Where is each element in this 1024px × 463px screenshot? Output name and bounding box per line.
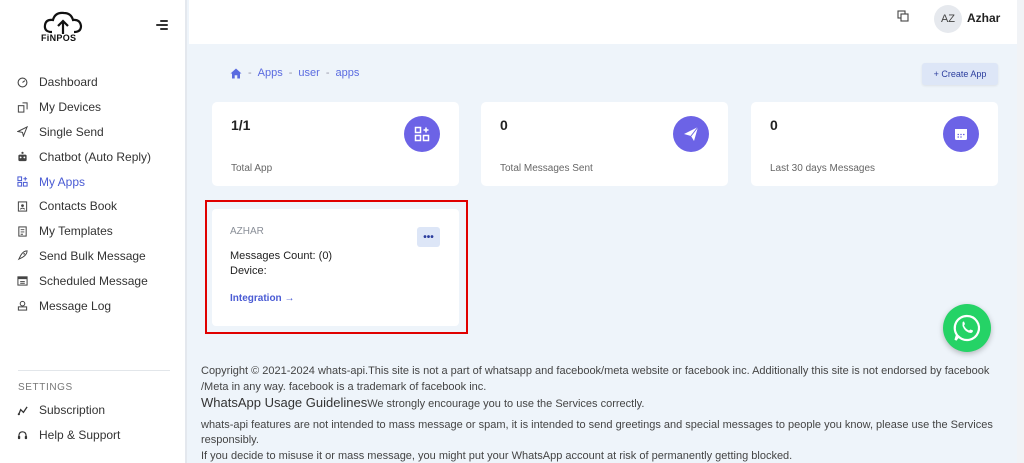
breadcrumb-separator: - [325,67,330,79]
top-header [189,0,1024,44]
settings-nav: Subscription Help & Support [0,398,185,448]
avatar[interactable]: AZ [934,5,962,33]
sidebar-item-chatbot[interactable]: Chatbot (Auto Reply) [0,144,185,169]
apps-icon [404,116,440,152]
guidelines-intro: We strongly encourage you to use the Ser… [367,398,645,410]
warning-text: If you decide to misuse it or mass messa… [201,449,793,462]
stat-value: 0 [770,117,778,133]
brand-logo-text: FiNPOS [41,33,77,43]
robot-icon [16,151,28,163]
sidebar-item-label: Subscription [39,403,106,418]
sidebar-item-help-support[interactable]: Help & Support [0,423,185,448]
footer: Copyright © 2021-2024 whats-api.This sit… [201,364,1011,463]
stat-value: 0 [500,117,508,133]
sidebar-item-label: Send Bulk Message [39,248,146,263]
sidebar-item-label: Dashboard [39,75,98,90]
sidebar-item-label: My Apps [39,174,86,189]
sidebar-item-label: Help & Support [39,428,121,443]
breadcrumb-separator: - [288,67,293,79]
settings-heading: SETTINGS [18,382,73,393]
create-app-button[interactable]: + Create App [922,63,998,85]
sidebar-item-my-devices[interactable]: My Devices [0,95,185,120]
sidebar-item-label: Single Send [39,124,104,139]
sidebar-item-scheduled-message[interactable]: Scheduled Message [0,268,185,293]
stat-card-total-app: 1/1 Total App [212,102,459,186]
contacts-icon [16,200,28,212]
highlight-box [205,200,468,334]
sidebar-item-label: Chatbot (Auto Reply) [39,149,152,164]
sidebar-item-dashboard[interactable]: Dashboard [0,70,185,95]
apps-icon [16,176,28,188]
breadcrumb: - Apps - user - apps [230,67,359,79]
calendar-icon [943,116,979,152]
stat-card-last-30-days: 0 Last 30 days Messages [751,102,998,186]
paper-plane-icon [673,116,709,152]
home-icon[interactable] [230,68,242,79]
stat-label: Last 30 days Messages [770,163,876,174]
stat-label: Total App [231,163,273,174]
calendar-icon [16,275,28,287]
send-icon [16,126,28,138]
rocket-icon [16,250,28,262]
devices-icon [16,101,28,113]
sidebar-item-label: Scheduled Message [39,273,148,288]
sidebar-item-contacts-book[interactable]: Contacts Book [0,194,185,219]
sidebar-item-label: Contacts Book [39,199,118,214]
breadcrumb-item-user[interactable]: user [298,67,319,79]
sidebar: FiNPOS Dashboard My Devices Single Send … [0,0,187,463]
copyright-text: Copyright © 2021-2024 whats-api.This sit… [201,365,990,393]
sidebar-item-subscription[interactable]: Subscription [0,398,185,423]
sidebar-item-label: My Devices [39,100,102,115]
stat-card-total-messages: 0 Total Messages Sent [481,102,728,186]
sidebar-item-label: My Templates [39,224,113,239]
breadcrumb-separator: - [248,67,252,79]
stat-value: 1/1 [231,117,251,133]
settings-divider [18,370,170,371]
breadcrumb-item-apps-current[interactable]: apps [336,67,360,79]
notice-text: whats-api features are not intended to m… [201,418,993,447]
sidebar-item-label: Message Log [39,298,112,313]
sidebar-item-my-apps[interactable]: My Apps [0,169,185,194]
support-icon [16,429,28,441]
sidebar-item-send-bulk-message[interactable]: Send Bulk Message [0,244,185,269]
sidebar-item-my-templates[interactable]: My Templates [0,219,185,244]
sidebar-nav: Dashboard My Devices Single Send Chatbot… [0,70,185,318]
breadcrumb-item-apps[interactable]: Apps [258,67,283,79]
sidebar-item-message-log[interactable]: Message Log [0,293,185,318]
whatsapp-icon [953,314,981,342]
copy-icon[interactable] [897,10,909,22]
subscription-icon [16,404,28,416]
menu-toggle-icon[interactable] [156,20,168,31]
guidelines-title: WhatsApp Usage Guidelines [201,395,368,410]
templates-icon [16,225,28,237]
whatsapp-chat-button[interactable] [943,304,991,352]
sidebar-item-single-send[interactable]: Single Send [0,120,185,145]
user-name[interactable]: Azhar [967,11,1000,25]
scrollbar[interactable] [1017,0,1024,463]
stat-label: Total Messages Sent [500,163,593,174]
dashboard-icon [16,76,28,88]
log-icon [16,300,28,312]
